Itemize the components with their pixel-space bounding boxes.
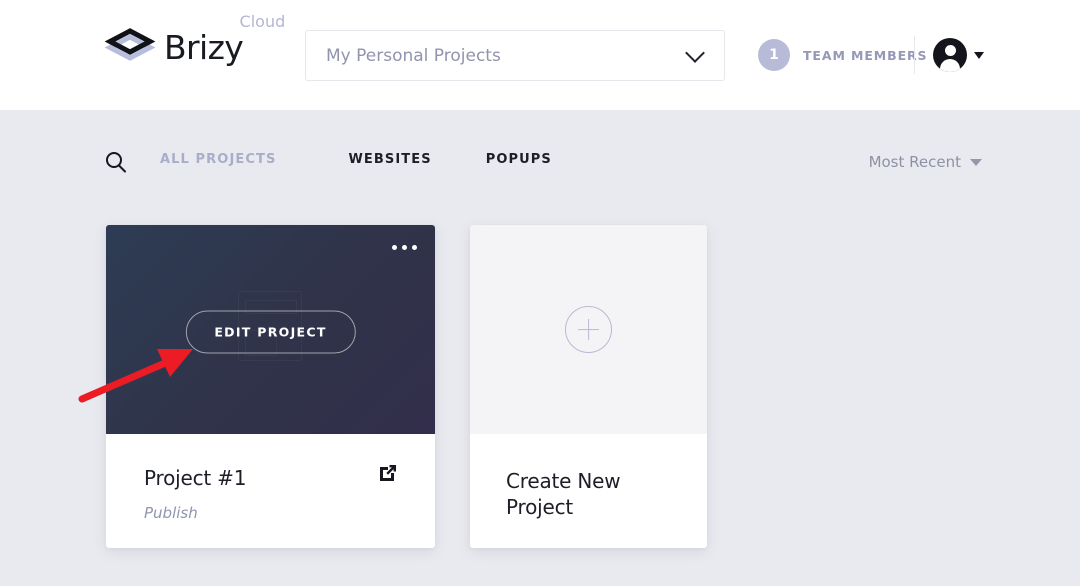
sort-dropdown[interactable]: Most Recent [869, 153, 982, 171]
project-title: Project #1 [144, 466, 247, 490]
page-scrollbar[interactable] [1080, 0, 1087, 586]
plus-circle-icon [565, 306, 612, 353]
brand-name: Brizy [164, 28, 244, 67]
chevron-down-icon [685, 42, 705, 63]
account-menu[interactable] [933, 38, 984, 72]
app-header: Brizy Cloud My Personal Projects 1 TEAM … [0, 0, 1080, 110]
create-new-project-card[interactable]: Create New Project [470, 225, 707, 548]
project-select-dropdown[interactable]: My Personal Projects [305, 30, 725, 81]
brand-logo[interactable]: Brizy Cloud [104, 12, 285, 76]
tab-all-projects[interactable]: ALL PROJECTS [160, 152, 276, 167]
user-avatar-icon [933, 38, 967, 72]
search-icon[interactable] [104, 150, 128, 174]
team-members[interactable]: 1 TEAM MEMBERS [758, 39, 927, 71]
projects-toolbar: ALL PROJECTS WEBSITES POPUPS Most Recent [0, 143, 1080, 183]
more-options-icon[interactable] [392, 245, 417, 250]
tab-websites[interactable]: WEBSITES [348, 152, 431, 167]
brand-superscript: Cloud [239, 12, 286, 31]
team-members-count-badge: 1 [758, 39, 790, 71]
header-divider [914, 36, 915, 74]
caret-down-icon [970, 158, 982, 166]
caret-down-icon [974, 51, 984, 59]
project-card[interactable]: EDIT PROJECT Project #1 Publish [106, 225, 435, 548]
project-status: Publish [144, 504, 198, 522]
project-thumbnail: EDIT PROJECT [106, 225, 435, 434]
tab-popups[interactable]: POPUPS [486, 152, 552, 167]
project-card-body: Project #1 Publish [106, 434, 435, 548]
edit-project-button[interactable]: EDIT PROJECT [185, 310, 356, 354]
create-project-thumbnail [470, 225, 707, 434]
create-project-body: Create New Project [470, 434, 707, 520]
brizy-diamond-logo-icon [104, 24, 156, 76]
project-filter-tabs: ALL PROJECTS WEBSITES POPUPS [160, 152, 552, 167]
sort-label: Most Recent [868, 153, 961, 171]
external-link-icon[interactable] [377, 462, 399, 484]
team-members-label: TEAM MEMBERS [803, 47, 928, 63]
project-select-value: My Personal Projects [326, 45, 501, 66]
create-project-title: Create New Project [506, 469, 621, 519]
